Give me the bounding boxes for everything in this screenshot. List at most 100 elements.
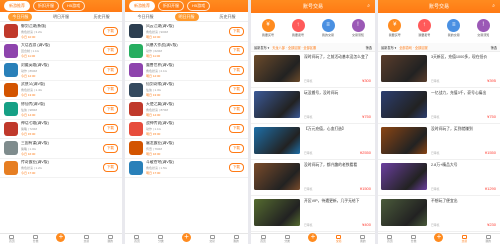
- tab-h5-games[interactable]: H5游戏: [187, 1, 211, 11]
- listing-screenshot: [381, 91, 427, 118]
- trade-listing[interactable]: 一亿战力，充值3千，豪号心痛出 已审核 ¥750: [378, 88, 500, 124]
- download-button[interactable]: 下载: [102, 65, 118, 75]
- download-button[interactable]: 下载: [228, 124, 244, 134]
- download-button[interactable]: 下载: [228, 65, 244, 75]
- game-row[interactable]: 战神传说(满V版) 动作 | 1.1G 明日 15:00 下载: [125, 120, 248, 139]
- download-button[interactable]: 下载: [102, 163, 118, 173]
- game-row[interactable]: 魔兽世界(满V版) 角色扮演 | 2.1G 明日 12:00 下载: [125, 61, 248, 81]
- game-row[interactable]: 风暴大作战(满V版) 动作 | 620M 明日 11:00 下载: [125, 42, 248, 61]
- listing-screenshot: [254, 199, 300, 226]
- game-row[interactable]: 御剑江湖(新版) 角色扮演 | 3.2G 今日 10:00 下载: [0, 22, 122, 42]
- trade-icon: [461, 234, 467, 239]
- search-icon[interactable]: ⌕: [492, 3, 495, 9]
- tab-new-games[interactable]: 新游推荐: [4, 1, 30, 11]
- game-row[interactable]: 传奇霸业(满V版) 角色扮演 | 1.2G 今日 17:00 下载: [0, 159, 122, 178]
- nav-trade[interactable]: 交易: [336, 234, 342, 243]
- quick-action[interactable]: ! 交易须知: [476, 18, 490, 37]
- download-button[interactable]: 下载: [228, 143, 244, 153]
- nav-profile[interactable]: 我的: [485, 234, 491, 243]
- subtab-history[interactable]: 历史开服: [216, 13, 240, 21]
- quick-action[interactable]: ¥ 我要买号: [388, 18, 402, 37]
- game-row[interactable]: 封魔英雄(满V版) 动作 | 860M 今日 12:00 下载: [0, 61, 122, 81]
- game-row[interactable]: 斗破苍穹(满V版) 角色扮演 | 1.5G 明日 17:00 下载: [125, 159, 248, 178]
- quick-action[interactable]: ! 交易须知: [351, 18, 365, 37]
- listing-status: 已审核: [431, 79, 440, 83]
- filter-button[interactable]: 筛选: [366, 45, 372, 50]
- quick-action[interactable]: ≡ 我的交易: [447, 18, 461, 37]
- download-button[interactable]: 下载: [228, 26, 244, 36]
- download-button[interactable]: 下载: [228, 46, 244, 56]
- game-row[interactable]: 修仙传(满V版) 仙侠 | 980M 今日 14:00 下载: [0, 100, 122, 120]
- download-button[interactable]: 下载: [102, 143, 118, 153]
- trade-listing[interactable]: 开区VIP，待遇更新，几乎无给下 已审核 ¥400: [251, 196, 375, 232]
- quick-action[interactable]: ≡ 我的交易: [321, 18, 335, 37]
- trade-listing[interactable]: 玩没搬号，没时间玩 已审核 ¥750: [251, 88, 375, 124]
- download-button[interactable]: 下载: [102, 104, 118, 114]
- tab-discount-servers[interactable]: 折扣开服: [158, 1, 184, 11]
- quick-action[interactable]: ¥ 我要买号: [261, 18, 275, 37]
- trade-listing[interactable]: 2.8万+精品大号 已审核 ¥1290: [378, 160, 500, 196]
- tab-h5-games[interactable]: H5游戏: [62, 1, 86, 11]
- game-server-filter[interactable]: 全部游戏 · 全部区服: [399, 45, 487, 50]
- subtab-today[interactable]: 今日开服: [134, 13, 158, 21]
- trade-listing[interactable]: 深时间玩了，之前活动基本没怎么变了 已审核 ¥300: [251, 52, 375, 88]
- game-title: 魔兽世界(满V版): [146, 62, 174, 67]
- download-button[interactable]: 下载: [102, 85, 118, 95]
- add-button[interactable]: +: [308, 233, 318, 242]
- trade-listing[interactable]: 不想玩了便宜出 已审核 ¥230: [378, 196, 500, 232]
- game-title: 仙剑奇缘(满V版): [146, 82, 174, 87]
- game-row[interactable]: 仙剑奇缘(满V版) 仙侠 | 1.3G 明日 13:00 下载: [125, 81, 248, 100]
- add-button[interactable]: +: [182, 233, 191, 242]
- game-row[interactable]: 风云江湖(满V版) 角色扮演 | 900M 明日 10:00 下载: [125, 22, 248, 42]
- trade-listing[interactable]: 没时间玩了，都兴趣的老铁看看 已审核 ¥1500: [251, 160, 375, 196]
- nav-profile[interactable]: 我的: [233, 234, 239, 243]
- server-open-time: 今日 10:00: [21, 34, 36, 39]
- game-row[interactable]: 三国有谋(满V版) 策略 | 1.0G 今日 16:00 下载: [0, 139, 122, 159]
- nav-home[interactable]: 首页: [260, 234, 266, 243]
- game-row[interactable]: 屠龙霸业(满V版) 传奇 | 760M 明日 16:00 下载: [125, 139, 248, 159]
- quick-action-icon: ↑: [417, 18, 431, 32]
- nav-category[interactable]: 分类: [411, 234, 416, 243]
- nav-trade[interactable]: 交易: [84, 234, 89, 243]
- sort-dropdown[interactable]: 最新发布 ▾: [254, 45, 269, 50]
- download-button[interactable]: 下载: [228, 163, 244, 173]
- quick-action[interactable]: ↑ 我要卖号: [417, 18, 431, 37]
- subtab-tomorrow[interactable]: 明日开服: [174, 12, 199, 21]
- nav-trade[interactable]: 交易: [209, 234, 215, 243]
- game-row[interactable]: 神话七雄(满V版) 策略 | 720M 今日 15:00 下载: [0, 120, 122, 139]
- nav-home[interactable]: 首页: [9, 234, 15, 243]
- subtab-history[interactable]: 历史开服: [90, 13, 114, 21]
- quick-action[interactable]: ↑ 我要卖号: [291, 18, 305, 37]
- sort-dropdown[interactable]: 最新发布 ▾: [381, 45, 396, 50]
- subtab-today[interactable]: 今日开服: [8, 12, 33, 21]
- trade-listing[interactable]: 没时间玩了，买到就赚到 已审核 ¥1550: [378, 124, 500, 160]
- nav-home[interactable]: 首页: [134, 234, 140, 243]
- add-button[interactable]: +: [434, 233, 444, 242]
- nav-profile[interactable]: 我的: [360, 234, 366, 243]
- download-button[interactable]: 下载: [102, 46, 118, 56]
- account-trade-screen-alt: 账号交易 ⌕ ¥ 我要买号 ↑ 我要卖号 ≡ 我的交易! 交易须知 最新发布 ▾ 全部游戏 …: [378, 0, 500, 244]
- download-button[interactable]: 下载: [228, 104, 244, 114]
- nav-category[interactable]: 分类: [158, 234, 164, 243]
- nav-category[interactable]: 分类: [284, 234, 290, 243]
- game-row[interactable]: 天使之翼(满V版) 角色扮演 | 870M 明日 14:00 下载: [125, 100, 248, 120]
- game-row[interactable]: 大话西游 (满V版) 回合制 | 1.1G 今日 11:00 下载: [0, 42, 122, 61]
- add-button[interactable]: +: [56, 233, 66, 242]
- tab-new-games[interactable]: 新游推荐: [129, 1, 155, 11]
- download-button[interactable]: 下载: [228, 85, 244, 95]
- nav-trade[interactable]: 交易: [461, 234, 467, 243]
- trade-listing[interactable]: 【万元充值，心血打造】 已审核 ¥2550: [251, 124, 375, 160]
- nav-profile[interactable]: 我的: [107, 234, 113, 243]
- filter-button[interactable]: 筛选: [491, 45, 497, 50]
- download-button[interactable]: 下载: [102, 26, 118, 36]
- download-button[interactable]: 下载: [102, 124, 118, 134]
- game-server-filter[interactable]: 天龙八部 · 全部区服 · 全部区服: [272, 45, 362, 50]
- tab-discount-servers[interactable]: 折扣开服: [33, 1, 59, 11]
- search-icon[interactable]: ⌕: [367, 3, 370, 9]
- nav-category[interactable]: 分类: [33, 234, 38, 243]
- game-row[interactable]: 武侠乂(满V版) 角色扮演 | 1.4G 今日 13:00 下载: [0, 81, 122, 100]
- nav-home[interactable]: 首页: [387, 234, 393, 243]
- trade-listing[interactable]: 3天新区，充值1000多，现在低价 已审核 ¥395: [378, 52, 500, 88]
- subtab-tomorrow[interactable]: 明日开服: [49, 13, 73, 21]
- profile-icon: [233, 234, 239, 239]
